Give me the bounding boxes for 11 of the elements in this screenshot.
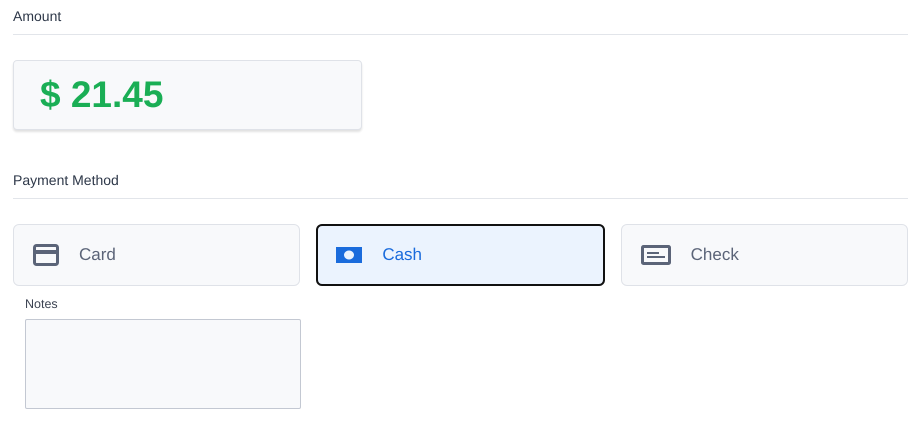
cheque-icon [640,245,671,265]
credit-card-icon [33,244,59,266]
amount-display: $ 21.45 [13,60,362,130]
field-label: Notes [25,297,59,311]
notes-field[interactable] [25,319,301,409]
payment-method-button[interactable]: Check [620,224,908,286]
payment-method-button[interactable]: Card [13,224,300,286]
section-heading: Amount [13,0,908,35]
payment-method-button[interactable]: Cash [316,224,605,286]
banknote-icon [336,247,362,263]
section-heading: Payment Method [13,164,908,199]
